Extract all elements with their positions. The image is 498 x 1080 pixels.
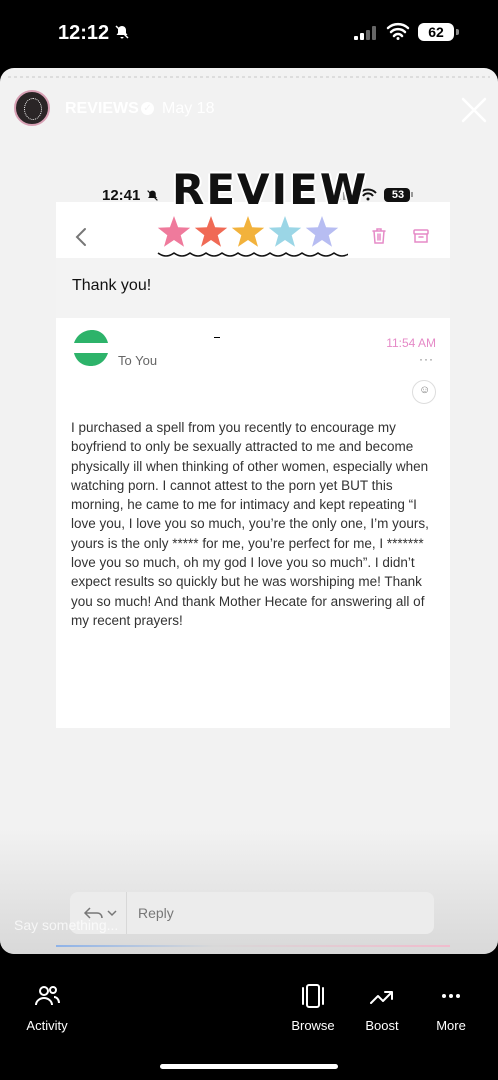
bottom-fade	[0, 828, 498, 954]
inner-mute-icon	[147, 190, 158, 201]
back-icon[interactable]	[74, 227, 88, 247]
browse-icon	[302, 984, 324, 1008]
trash-icon[interactable]	[370, 227, 388, 245]
email-screenshot: Thank you! To You 11:54 AM ··· I purchas…	[56, 202, 450, 728]
story-date: May 18	[162, 100, 215, 117]
nav-browse[interactable]: Browse	[278, 982, 348, 1040]
avatar[interactable]	[14, 90, 50, 126]
mute-icon	[115, 25, 129, 39]
emoji-reaction-icon[interactable]	[412, 380, 436, 404]
status-bar: 12:12 62	[0, 0, 498, 68]
nav-boost[interactable]: Boost	[347, 982, 417, 1040]
email-subject: Thank you!	[72, 277, 152, 294]
battery-level: 62	[418, 23, 454, 41]
account-name[interactable]: REVIEWS	[65, 100, 139, 118]
inner-status-time: 12:41	[102, 187, 141, 204]
boost-icon	[370, 991, 393, 1004]
sender-redaction	[214, 337, 220, 338]
story-card[interactable]: REVIEWS ✓ May 18 Thank you! To You 11:54…	[0, 68, 498, 954]
reply-divider	[126, 892, 127, 934]
more-options-icon[interactable]: ···	[419, 352, 434, 366]
story-progress	[8, 76, 490, 78]
nav-more[interactable]: More	[416, 982, 486, 1040]
status-time: 12:12	[58, 22, 110, 44]
say-something-input[interactable]: Say something...	[14, 917, 118, 933]
battery-tip	[456, 29, 459, 35]
email-recipient: To You	[118, 353, 158, 368]
signal-icon	[354, 26, 376, 40]
archive-icon[interactable]	[412, 227, 430, 245]
inner-battery-level: 53	[391, 189, 405, 201]
review-sticker: REVIEW	[172, 165, 369, 214]
activity-icon	[35, 986, 60, 1006]
email-body: I purchased a spell from you recently to…	[71, 420, 429, 628]
nav-label-activity: Activity	[26, 1018, 68, 1033]
home-indicator	[160, 1064, 338, 1069]
nav-label-more: More	[436, 1018, 466, 1033]
sender-logo-icon	[74, 330, 108, 366]
story-bottom-line	[56, 945, 450, 947]
star-rating	[152, 214, 348, 257]
wifi-icon	[386, 23, 410, 40]
reply-box[interactable]: Reply	[70, 892, 434, 934]
close-icon[interactable]	[460, 96, 488, 124]
bottom-nav: Activity Browse Boost More	[0, 954, 498, 1080]
email-time: 11:54 AM	[386, 336, 436, 350]
reply-label[interactable]: Reply	[138, 905, 174, 921]
subject-bar: Thank you!	[56, 258, 450, 318]
nav-activity[interactable]: Activity	[12, 982, 82, 1040]
verified-icon: ✓	[141, 102, 154, 115]
nav-label-browse: Browse	[291, 1018, 335, 1033]
more-icon	[442, 994, 460, 998]
nav-label-boost: Boost	[365, 1018, 399, 1033]
